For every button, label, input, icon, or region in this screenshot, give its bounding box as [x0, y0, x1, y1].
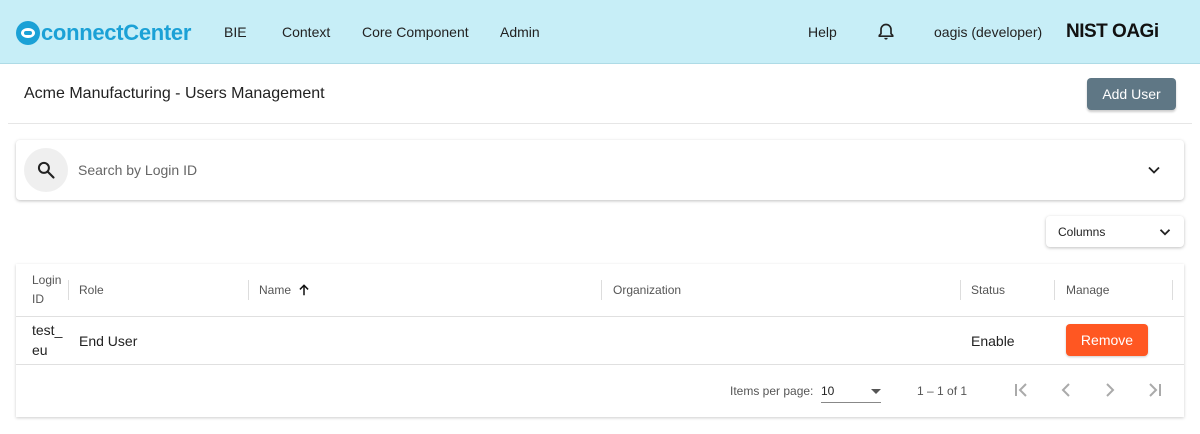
nist-oagi-logo: NIST OAGi: [1066, 21, 1159, 42]
header-divider: [8, 123, 1192, 124]
column-separator: [601, 280, 602, 300]
top-app-bar: connectCenter BIE Context Core Component…: [0, 0, 1200, 64]
logo-text: connectCenter: [41, 20, 192, 45]
items-per-page-label: Items per page:: [730, 384, 814, 398]
column-separator: [1172, 280, 1173, 300]
cell-login-id: test_eu: [32, 322, 63, 358]
chevron-down-icon[interactable]: [1144, 160, 1164, 180]
column-separator: [68, 280, 69, 300]
previous-page-icon[interactable]: [1054, 378, 1078, 402]
header-organization[interactable]: Organization: [613, 264, 681, 316]
header-name[interactable]: Name: [259, 264, 311, 316]
arrow-up-icon: [299, 284, 309, 296]
add-user-button[interactable]: Add User: [1087, 78, 1176, 110]
users-table: Login ID Role Name Organization Status M…: [16, 264, 1184, 417]
page-title: Acme Manufacturing - Users Management: [24, 85, 325, 102]
bell-icon[interactable]: [876, 22, 896, 42]
header-name-label: Name: [259, 283, 292, 297]
page-range-label: 1 – 1 of 1: [917, 384, 968, 398]
column-separator: [1054, 280, 1055, 300]
nav-context[interactable]: Context: [282, 24, 330, 40]
nav-admin[interactable]: Admin: [500, 24, 540, 40]
search-icon: [37, 161, 55, 179]
cell-role: End User: [79, 333, 138, 349]
column-separator: [960, 280, 961, 300]
search-panel: [16, 140, 1184, 200]
user-menu[interactable]: oagis (developer): [934, 24, 1042, 40]
logo-icon: [16, 21, 40, 45]
columns-dropdown[interactable]: Columns: [1046, 216, 1184, 247]
nav-core-component[interactable]: Core Component: [362, 24, 469, 40]
app-logo[interactable]: connectCenter: [16, 19, 191, 47]
chevron-down-icon: [1159, 229, 1171, 236]
remove-button[interactable]: Remove: [1066, 324, 1148, 356]
nav-help[interactable]: Help: [808, 24, 837, 40]
search-button[interactable]: [24, 148, 68, 192]
items-per-page-select[interactable]: 10: [821, 381, 881, 403]
header-login-id[interactable]: Login ID: [32, 264, 66, 316]
header-divider: [16, 316, 1184, 317]
column-separator: [248, 280, 249, 300]
last-page-icon[interactable]: [1142, 378, 1166, 402]
row-divider: [16, 364, 1184, 365]
items-per-page-value: 10: [821, 384, 835, 398]
header-role[interactable]: Role: [79, 264, 104, 316]
header-status[interactable]: Status: [971, 264, 1005, 316]
cell-status: Enable: [971, 333, 1015, 349]
columns-label: Columns: [1058, 225, 1106, 239]
header-manage: Manage: [1066, 283, 1110, 297]
dropdown-arrow-icon: [871, 389, 881, 394]
nav-bie[interactable]: BIE: [224, 24, 247, 40]
next-page-icon[interactable]: [1098, 378, 1122, 402]
search-input[interactable]: [78, 158, 1078, 182]
first-page-icon[interactable]: [1010, 378, 1034, 402]
